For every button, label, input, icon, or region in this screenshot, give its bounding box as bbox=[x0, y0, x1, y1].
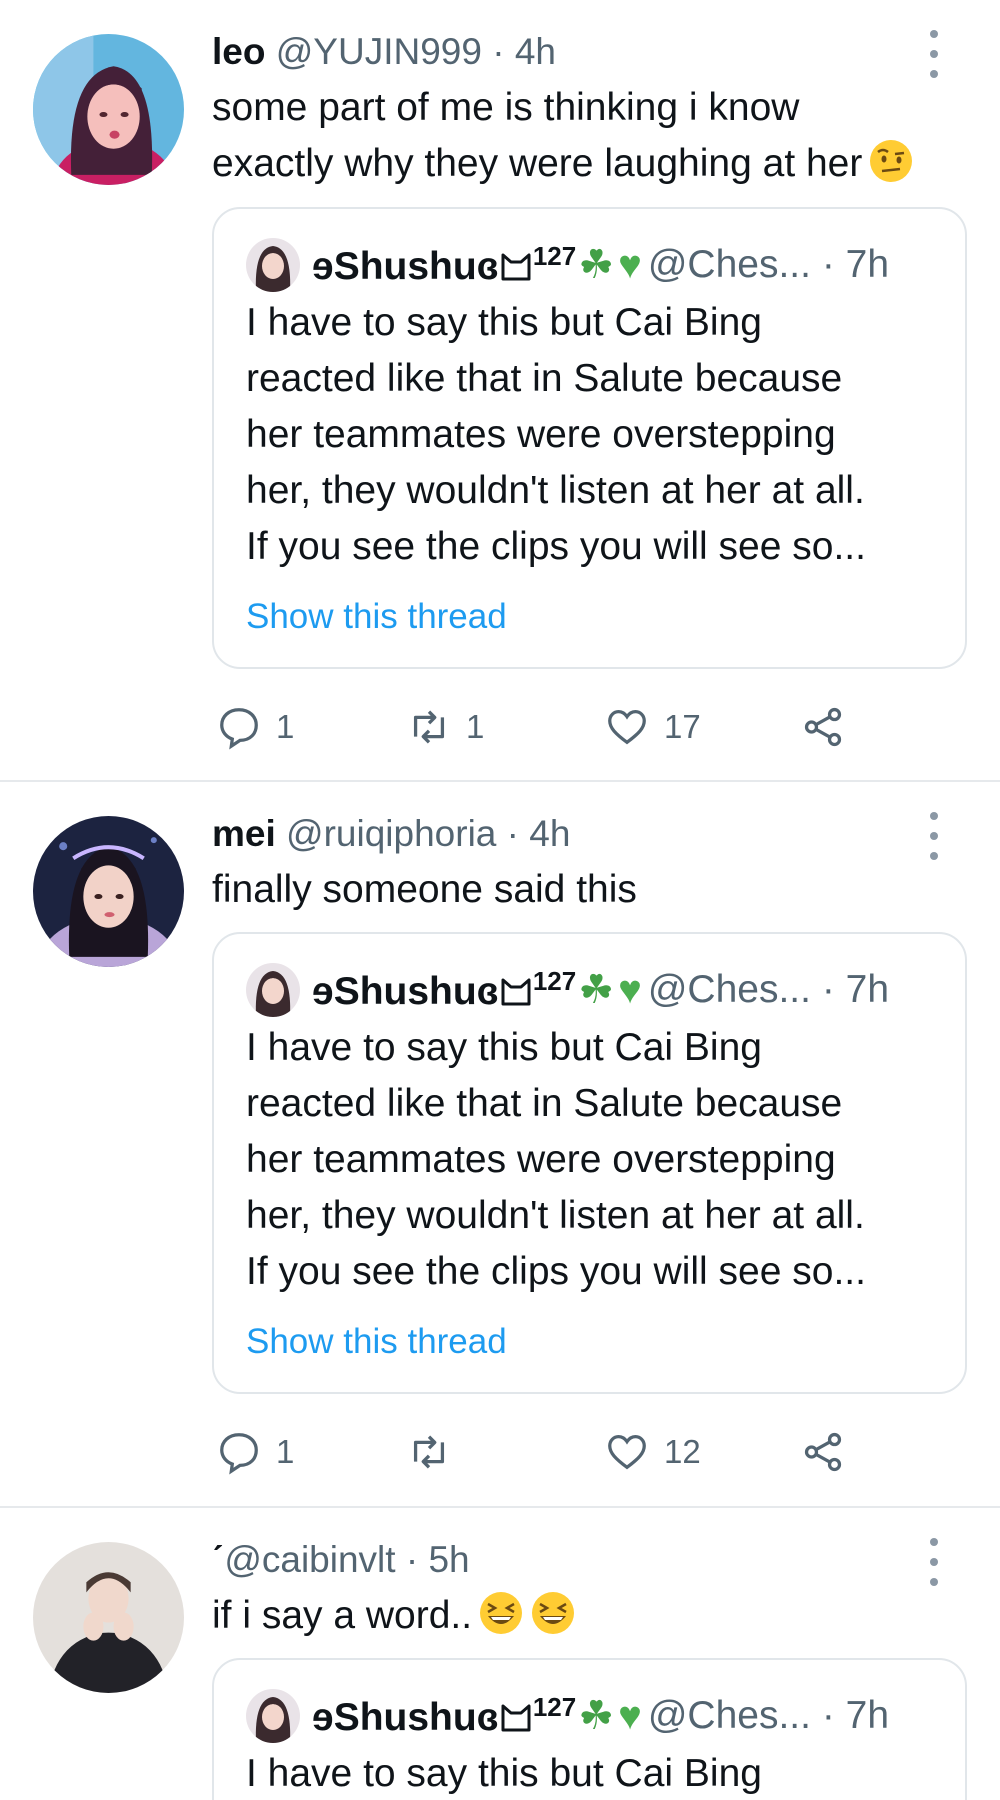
more-options-icon[interactable] bbox=[924, 812, 944, 860]
quoted-handle[interactable]: @Ches... bbox=[648, 1694, 811, 1738]
tweet-header: ˊ@caibinvlt · 5h bbox=[212, 1530, 470, 1590]
quoted-handle[interactable]: @Ches... bbox=[648, 968, 811, 1012]
share-icon bbox=[804, 1432, 842, 1472]
quoted-text-line: her teammates were overstepping bbox=[246, 413, 836, 456]
grinning-squinting-face-emoji bbox=[480, 1592, 523, 1634]
quoted-text-line: If you see the clips you will see so... bbox=[246, 525, 866, 568]
reply-count: 1 bbox=[276, 708, 295, 745]
quoted-tweet-header: ɘShushuɞ 127 ☘ ♥ @Ches... · 7h bbox=[246, 235, 889, 295]
tweet-actions: 1 1 17 bbox=[212, 697, 912, 757]
more-options-icon[interactable] bbox=[924, 1538, 944, 1586]
quoted-tweet[interactable]: ɘShushuɞ 127 ☘ ♥ @Ches... · 7h I have to … bbox=[212, 932, 967, 1394]
cat-emoji bbox=[501, 978, 531, 1006]
quoted-tweet-header: ɘShushuɞ 127 ☘ ♥ @Ches... · 7h bbox=[246, 960, 889, 1020]
cat-emoji bbox=[501, 1704, 531, 1732]
quoted-text-line: If you see the clips you will see so... bbox=[246, 1250, 866, 1293]
quoted-text-line: reacted like that in Salute because bbox=[246, 357, 843, 400]
quoted-avatar bbox=[246, 963, 300, 1017]
share-button[interactable] bbox=[800, 1422, 860, 1482]
display-name[interactable]: leo bbox=[212, 31, 265, 72]
more-options-icon[interactable] bbox=[924, 30, 944, 78]
shamrock-emoji: ☘ bbox=[578, 968, 615, 1012]
shamrock-emoji: ☘ bbox=[578, 243, 615, 287]
user-handle[interactable]: @YUJIN999 bbox=[276, 31, 482, 72]
quoted-text: I have to say this but Cai Bing reacted … bbox=[246, 1020, 866, 1300]
like-button[interactable]: 17 bbox=[604, 697, 701, 757]
like-button[interactable]: 12 bbox=[604, 1422, 701, 1482]
quoted-tweet[interactable]: ɘShushuɞ 127 ☘ ♥ @Ches... · 7h I have to … bbox=[212, 1658, 967, 1800]
green-heart-emoji: ♥ bbox=[618, 1693, 642, 1738]
share-icon bbox=[804, 707, 842, 747]
green-heart-emoji: ♥ bbox=[618, 242, 642, 287]
quoted-avatar bbox=[246, 1689, 300, 1743]
user-handle[interactable]: @ruiqiphoria bbox=[286, 813, 496, 854]
reply-button[interactable]: 1 bbox=[216, 1422, 294, 1482]
reply-icon bbox=[220, 1433, 258, 1475]
quoted-handle[interactable]: @Ches... bbox=[648, 243, 811, 287]
tweet-header: mei @ruiqiphoria · 4h bbox=[212, 804, 570, 864]
quoted-text-line: I have to say this but Cai Bing bbox=[246, 1752, 762, 1795]
like-icon bbox=[608, 710, 646, 745]
quoted-text-line: reacted like that in Salute because bbox=[246, 1082, 843, 1125]
shamrock-emoji: ☘ bbox=[578, 1694, 615, 1738]
like-count: 12 bbox=[664, 1433, 701, 1470]
reply-icon bbox=[220, 708, 258, 750]
timestamp[interactable]: · 4h bbox=[492, 31, 556, 72]
show-thread-link[interactable]: Show this thread bbox=[246, 1322, 507, 1362]
quoted-tweet-header: ɘShushuɞ 127 ☘ ♥ @Ches... · 7h bbox=[246, 1686, 889, 1746]
quoted-display-name[interactable]: ɘShushuɞ 127 bbox=[312, 241, 576, 289]
tweet-actions: 1 12 bbox=[212, 1422, 912, 1482]
retweet-button[interactable] bbox=[406, 1422, 466, 1482]
quoted-text: I have to say this but Cai Bing bbox=[246, 1746, 762, 1800]
tweet[interactable]: ˊ@caibinvlt · 5h if i say a word.. ɘShus… bbox=[0, 1508, 1000, 1800]
display-name[interactable]: ˊ bbox=[212, 1539, 224, 1580]
avatar[interactable] bbox=[33, 34, 184, 185]
like-count: 17 bbox=[664, 708, 701, 745]
reply-count: 1 bbox=[276, 1433, 295, 1470]
user-handle[interactable]: @caibinvlt bbox=[224, 1539, 395, 1580]
retweet-count: 1 bbox=[466, 708, 485, 745]
retweet-icon bbox=[413, 1435, 445, 1469]
like-icon bbox=[608, 1435, 646, 1470]
reply-button[interactable]: 1 bbox=[216, 697, 294, 757]
quoted-text-line: I have to say this but Cai Bing bbox=[246, 301, 762, 344]
timestamp[interactable]: · 4h bbox=[507, 813, 571, 854]
tweet-text: some part of me is thinking i know exact… bbox=[212, 80, 914, 192]
quoted-text-line: I have to say this but Cai Bing bbox=[246, 1026, 762, 1069]
quoted-display-name[interactable]: ɘShushuɞ 127 bbox=[312, 1692, 576, 1740]
quoted-text-line: her, they wouldn't listen at her at all. bbox=[246, 1194, 865, 1237]
quoted-timestamp[interactable]: · 7h bbox=[822, 968, 889, 1012]
tweet-text: if i say a word.. bbox=[212, 1588, 576, 1644]
tweet-text-line: finally someone said this bbox=[212, 868, 637, 911]
retweet-button[interactable]: 1 bbox=[406, 697, 484, 757]
tweet-text-line: exactly why they were laughing at her bbox=[212, 136, 914, 192]
share-button[interactable] bbox=[800, 697, 860, 757]
timestamp[interactable]: · 5h bbox=[406, 1539, 470, 1580]
tweet-text: finally someone said this bbox=[212, 862, 637, 918]
tweet-header: leo @YUJIN999 · 4h bbox=[212, 22, 556, 82]
quoted-text-line: her, they wouldn't listen at her at all. bbox=[246, 469, 865, 512]
face-with-raised-eyebrow-emoji bbox=[870, 140, 913, 182]
quoted-timestamp[interactable]: · 7h bbox=[822, 1694, 889, 1738]
tweet-text-line: if i say a word.. bbox=[212, 1588, 576, 1644]
grinning-squinting-face-emoji bbox=[532, 1592, 575, 1634]
display-name[interactable]: mei bbox=[212, 813, 276, 854]
quoted-text: I have to say this but Cai Bing reacted … bbox=[246, 295, 866, 575]
cat-emoji bbox=[501, 253, 531, 281]
tweet-text-line: some part of me is thinking i know bbox=[212, 86, 800, 129]
quoted-timestamp[interactable]: · 7h bbox=[822, 243, 889, 287]
avatar[interactable] bbox=[33, 816, 184, 967]
quoted-avatar bbox=[246, 238, 300, 292]
tweet[interactable]: mei @ruiqiphoria · 4h finally someone sa… bbox=[0, 782, 1000, 1508]
tweet[interactable]: leo @YUJIN999 · 4h some part of me is th… bbox=[0, 0, 1000, 782]
retweet-icon bbox=[413, 710, 445, 744]
green-heart-emoji: ♥ bbox=[618, 967, 642, 1012]
quoted-tweet[interactable]: ɘShushuɞ 127 ☘ ♥ @Ches... · 7h I have to … bbox=[212, 207, 967, 669]
show-thread-link[interactable]: Show this thread bbox=[246, 597, 507, 637]
avatar[interactable] bbox=[33, 1542, 184, 1693]
quoted-text-line: her teammates were overstepping bbox=[246, 1138, 836, 1181]
quoted-display-name[interactable]: ɘShushuɞ 127 bbox=[312, 966, 576, 1014]
